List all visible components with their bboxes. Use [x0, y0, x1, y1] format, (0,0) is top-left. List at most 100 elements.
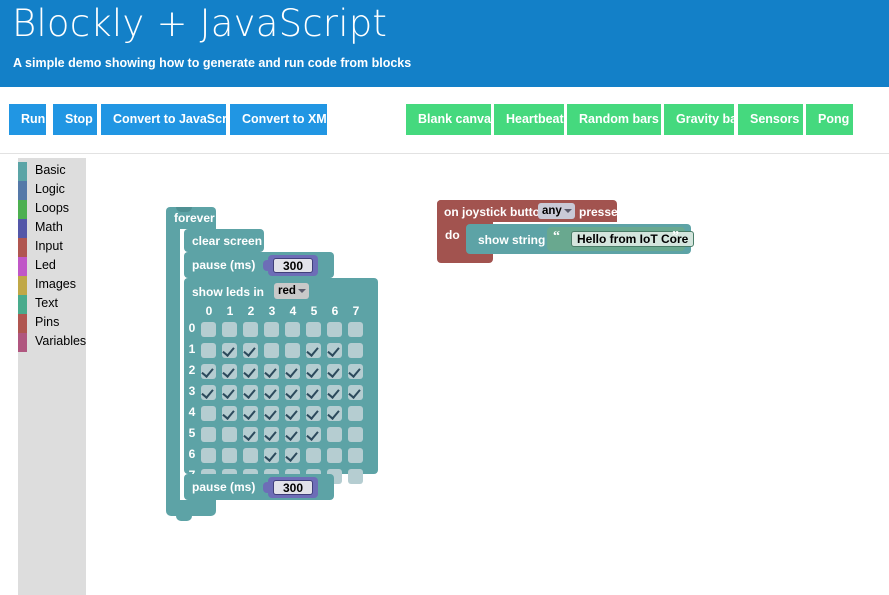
action-button-run[interactable]: Run — [9, 104, 46, 135]
block-show-leds[interactable]: show leds in red 0123456701234567 — [184, 278, 378, 484]
led-cell-checkbox[interactable] — [327, 385, 342, 400]
led-cell-checkbox[interactable] — [327, 448, 342, 463]
led-cell-checkbox[interactable] — [348, 343, 363, 358]
led-cell-checkbox[interactable] — [201, 427, 216, 442]
led-cell-checkbox[interactable] — [306, 448, 321, 463]
led-cell-checkbox[interactable] — [264, 385, 279, 400]
led-cell-checkbox[interactable] — [201, 448, 216, 463]
led-cell-checkbox[interactable] — [285, 406, 300, 421]
forever-footer — [166, 500, 216, 521]
block-clear-screen[interactable]: clear screen — [184, 229, 264, 252]
led-cell-checkbox[interactable] — [201, 385, 216, 400]
led-cell-checkbox[interactable] — [285, 322, 300, 337]
led-cell-checkbox[interactable] — [222, 343, 237, 358]
led-cell-checkbox[interactable] — [327, 343, 342, 358]
led-cell-checkbox[interactable] — [306, 427, 321, 442]
led-cell-checkbox[interactable] — [327, 406, 342, 421]
blockly-toolbox[interactable]: Basic Logic Loops Math Input Led Images Text Pin… — [18, 158, 86, 595]
led-cell-checkbox[interactable] — [264, 322, 279, 337]
led-cell-checkbox[interactable] — [243, 385, 258, 400]
category-label: Pins — [35, 315, 60, 329]
demo-button-heartbeat[interactable]: Heartbeat — [494, 104, 564, 135]
led-cell-checkbox[interactable] — [222, 322, 237, 337]
led-cell-checkbox[interactable] — [348, 427, 363, 442]
led-cell-checkbox[interactable] — [201, 406, 216, 421]
led-cell-checkbox[interactable] — [201, 343, 216, 358]
app-root: Blockly + JavaScript A simple demo showi… — [0, 0, 889, 595]
led-cell-checkbox[interactable] — [285, 448, 300, 463]
led-cell-checkbox[interactable] — [306, 406, 321, 421]
pause-value-1[interactable]: 300 — [273, 258, 313, 273]
led-cell-checkbox[interactable] — [327, 322, 342, 337]
led-cell-checkbox[interactable] — [222, 448, 237, 463]
demo-button-random-bars[interactable]: Random bars — [567, 104, 661, 135]
led-cell-checkbox[interactable] — [243, 364, 258, 379]
led-row-header: 2 — [188, 363, 196, 377]
led-cell-checkbox[interactable] — [306, 343, 321, 358]
forever-header[interactable]: forever — [166, 207, 216, 229]
led-cell-checkbox[interactable] — [348, 406, 363, 421]
led-cell-checkbox[interactable] — [306, 322, 321, 337]
demo-button-gravity-ball[interactable]: Gravity ball — [664, 104, 744, 135]
led-cell-checkbox[interactable] — [306, 385, 321, 400]
action-button-stop[interactable]: Stop — [53, 104, 97, 135]
led-cell-checkbox[interactable] — [243, 427, 258, 442]
led-color-dropdown[interactable]: red — [274, 283, 309, 299]
demo-button-blank-canvas[interactable]: Blank canvas — [406, 104, 498, 135]
led-cell-checkbox[interactable] — [243, 343, 258, 358]
block-pause-2[interactable]: pause (ms) 300 — [184, 474, 334, 500]
category-color-swatch — [18, 238, 27, 257]
led-cell-checkbox[interactable] — [243, 406, 258, 421]
led-cell-checkbox[interactable] — [201, 364, 216, 379]
action-button-convert-to-xml[interactable]: Convert to XML — [230, 104, 334, 135]
led-cell-checkbox[interactable] — [201, 322, 216, 337]
action-button-convert-to-javascript[interactable]: Convert to JavaScript — [101, 104, 242, 135]
close-quote-icon: ” — [672, 229, 679, 244]
led-color-value: red — [278, 285, 296, 297]
led-cell-checkbox[interactable] — [222, 406, 237, 421]
led-cell-checkbox[interactable] — [285, 343, 300, 358]
block-pause-1[interactable]: pause (ms) 300 — [184, 252, 334, 278]
joystick-button-dropdown[interactable]: any — [538, 203, 575, 219]
led-cell-checkbox[interactable] — [327, 364, 342, 379]
led-cell-checkbox[interactable] — [348, 469, 363, 484]
block-forever[interactable]: forever clear screen pause (ms) 300 show… — [166, 207, 378, 521]
led-cell-checkbox[interactable] — [348, 322, 363, 337]
button-label: Gravity ball — [676, 112, 745, 126]
led-cell-checkbox[interactable] — [348, 448, 363, 463]
demo-button-sensors[interactable]: Sensors — [738, 104, 803, 135]
led-cell-checkbox[interactable] — [327, 427, 342, 442]
joystick-header[interactable]: on joystick button any pressed — [437, 200, 625, 222]
number-field-pause-1[interactable]: 300 — [263, 255, 318, 276]
led-cell-checkbox[interactable] — [285, 364, 300, 379]
led-cell-checkbox[interactable] — [348, 385, 363, 400]
category-label: Input — [35, 239, 63, 253]
led-cell-checkbox[interactable] — [264, 406, 279, 421]
led-cell-checkbox[interactable] — [285, 427, 300, 442]
pause-value-2[interactable]: 300 — [273, 480, 313, 495]
led-cell-checkbox[interactable] — [222, 427, 237, 442]
page-subtitle: A simple demo showing how to generate an… — [13, 56, 412, 70]
led-cell-checkbox[interactable] — [222, 385, 237, 400]
demo-button-pong[interactable]: Pong — [806, 104, 853, 135]
led-cell-checkbox[interactable] — [243, 448, 258, 463]
block-on-joystick-button[interactable]: on joystick button any pressed do show s… — [437, 200, 695, 263]
block-text-literal[interactable]: “ Hello from IoT Core ” — [547, 227, 695, 251]
led-cell-checkbox[interactable] — [243, 322, 258, 337]
led-cell-checkbox[interactable] — [285, 385, 300, 400]
number-field-pause-2[interactable]: 300 — [263, 477, 318, 498]
led-cell-checkbox[interactable] — [348, 364, 363, 379]
forever-label: forever — [174, 211, 215, 225]
led-cell-checkbox[interactable] — [222, 364, 237, 379]
joystick-suffix-label: pressed — [579, 205, 626, 219]
blockly-workspace[interactable]: forever clear screen pause (ms) 300 show… — [86, 155, 889, 595]
led-column-header: 0 — [205, 304, 213, 318]
led-cell-checkbox[interactable] — [264, 343, 279, 358]
block-show-string[interactable]: show string “ Hello from IoT Core ” — [466, 224, 695, 254]
value-plug-icon — [263, 260, 269, 271]
led-cell-checkbox[interactable] — [264, 448, 279, 463]
led-cell-checkbox[interactable] — [264, 364, 279, 379]
led-cell-checkbox[interactable] — [264, 427, 279, 442]
led-cell-checkbox[interactable] — [306, 364, 321, 379]
show-string-label: show string — [478, 233, 546, 247]
